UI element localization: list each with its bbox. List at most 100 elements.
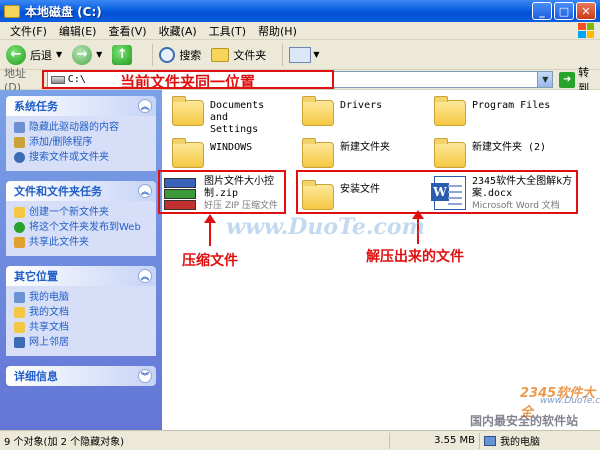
place-my-documents[interactable]: 我的文档 <box>14 305 150 320</box>
file-name: 新建文件夹 (2) <box>472 142 547 153</box>
search-label: 搜索 <box>179 48 202 62</box>
status-bar: 9 个对象(加 2 个隐藏对象) 3.55 MB 我的电脑 <box>0 430 600 450</box>
collapse-icon[interactable]: ︽ <box>138 184 152 198</box>
chevron-down-icon: ▼ <box>56 50 63 59</box>
details-panel: 详细信息 ︾ <box>6 366 156 386</box>
file-list: Documents and Settings Drivers Program F… <box>158 90 600 430</box>
window-title: 本地磁盘 (C:) <box>25 4 102 19</box>
place-network[interactable]: 网上邻居 <box>14 335 150 350</box>
watermark-url: www.DuoTe.com <box>540 396 600 406</box>
folder-icon <box>172 96 204 126</box>
task-pane: 系统任务 ︽ 隐藏此驱动器的内容 添加/删除程序 搜索文件或文件夹 文件和文件夹… <box>0 90 162 430</box>
folder-icon <box>302 96 334 126</box>
compressed-highlight-box <box>158 170 286 214</box>
chevron-down-icon: ▼ <box>96 50 103 59</box>
file-item[interactable]: Drivers <box>302 96 383 126</box>
views-icon <box>289 46 312 63</box>
back-button[interactable]: ← 后退 ▼ <box>6 44 63 65</box>
task-label: 隐藏此驱动器的内容 <box>29 122 119 133</box>
back-label: 后退 <box>30 48 52 62</box>
extracted-annotation: 解压出来的文件 <box>366 249 464 265</box>
status-objects: 9 个对象(加 2 个隐藏对象) <box>0 432 390 449</box>
task-label: 搜索文件或文件夹 <box>29 152 109 163</box>
maximize-button[interactable]: □ <box>554 2 574 20</box>
programs-icon <box>14 137 25 148</box>
task-label: 添加/删除程序 <box>29 137 93 148</box>
place-label: 我的文档 <box>29 307 69 318</box>
file-tasks-header[interactable]: 文件和文件夹任务 ︽ <box>6 181 156 201</box>
folders-button[interactable]: 文件夹 <box>211 47 266 63</box>
task-label: 将这个文件夹发布到Web <box>29 222 141 233</box>
address-dropdown-button[interactable]: ▼ <box>537 72 553 87</box>
place-my-computer[interactable]: 我的电脑 <box>14 290 150 305</box>
file-item[interactable]: 新建文件夹 (2) <box>434 138 547 168</box>
task-publish-web[interactable]: 将这个文件夹发布到Web <box>14 220 150 235</box>
folder-icon <box>434 138 466 168</box>
menu-view[interactable]: 查看(V) <box>102 23 152 39</box>
status-location-label: 我的电脑 <box>500 437 540 448</box>
details-header[interactable]: 详细信息 ︾ <box>6 366 156 386</box>
menu-help[interactable]: 帮助(H) <box>252 23 303 39</box>
share-icon <box>14 237 25 248</box>
menu-tools[interactable]: 工具(T) <box>203 23 252 39</box>
search-button[interactable]: 搜索 <box>159 46 202 63</box>
other-places-panel: 其它位置 ︽ 我的电脑 我的文档 共享文档 网上邻居 <box>6 266 156 356</box>
views-button[interactable]: ▼ <box>289 46 320 63</box>
toolbar: ← 后退 ▼ → ▼ ↑ 搜索 文件夹 ▼ <box>0 40 600 70</box>
task-add-remove-programs[interactable]: 添加/删除程序 <box>14 135 150 150</box>
task-hide-drive-contents[interactable]: 隐藏此驱动器的内容 <box>14 120 150 135</box>
place-label: 共享文档 <box>29 322 69 333</box>
file-name: Documents and Settings <box>210 100 265 135</box>
up-folder-icon: ↑ <box>112 44 133 65</box>
collapse-icon[interactable]: ︽ <box>138 99 152 113</box>
documents-icon <box>14 307 25 318</box>
other-places-header[interactable]: 其它位置 ︽ <box>6 266 156 286</box>
status-size: 3.55 MB <box>390 432 480 449</box>
file-name: WINDOWS <box>210 142 253 153</box>
hide-contents-icon <box>14 122 25 133</box>
other-places-body: 我的电脑 我的文档 共享文档 网上邻居 <box>6 286 156 356</box>
extracted-highlight-box <box>296 170 578 214</box>
folder-icon <box>302 138 334 168</box>
folder-icon <box>172 138 204 168</box>
menu-edit[interactable]: 编辑(E) <box>53 23 103 39</box>
search-icon <box>14 152 25 163</box>
computer-icon <box>14 292 25 303</box>
globe-icon <box>14 222 25 233</box>
task-label: 创建一个新文件夹 <box>29 207 109 218</box>
compressed-annotation: 压缩文件 <box>182 253 238 269</box>
shared-documents-icon <box>14 322 25 333</box>
menu-favorites[interactable]: 收藏(A) <box>153 23 203 39</box>
close-button[interactable]: ✕ <box>576 2 596 20</box>
file-item[interactable]: WINDOWS <box>172 138 253 168</box>
folders-icon <box>211 47 230 62</box>
file-tasks-panel: 文件和文件夹任务 ︽ 创建一个新文件夹 将这个文件夹发布到Web 共享此文件夹 <box>6 181 156 256</box>
file-name: Drivers <box>340 100 383 111</box>
status-location: 我的电脑 <box>480 433 544 449</box>
task-search-files[interactable]: 搜索文件或文件夹 <box>14 150 150 165</box>
search-icon <box>159 46 176 63</box>
windows-logo-icon <box>578 23 594 38</box>
file-name: 新建文件夹 <box>340 142 390 153</box>
watermark-text: www.DuoTe.com <box>226 214 425 240</box>
system-tasks-header[interactable]: 系统任务 ︽ <box>6 96 156 116</box>
collapse-icon[interactable]: ︽ <box>138 269 152 283</box>
task-share-folder[interactable]: 共享此文件夹 <box>14 235 150 250</box>
place-label: 网上邻居 <box>29 337 69 348</box>
details-title: 详细信息 <box>14 370 58 383</box>
up-button[interactable]: ↑ <box>112 44 136 65</box>
system-tasks-body: 隐藏此驱动器的内容 添加/删除程序 搜索文件或文件夹 <box>6 116 156 171</box>
chevron-down-icon: ▼ <box>313 50 320 59</box>
expand-icon[interactable]: ︾ <box>138 369 152 383</box>
file-item[interactable]: 新建文件夹 <box>302 138 390 168</box>
file-item[interactable]: Documents and Settings <box>172 96 282 136</box>
minimize-button[interactable]: _ <box>532 2 552 20</box>
task-new-folder[interactable]: 创建一个新文件夹 <box>14 205 150 220</box>
watermark-tagline: 国内最安全的软件站 <box>470 414 579 428</box>
menu-file[interactable]: 文件(F) <box>4 23 53 39</box>
file-item[interactable]: Program Files <box>434 96 550 126</box>
forward-button[interactable]: → ▼ <box>72 44 103 65</box>
file-tasks-body: 创建一个新文件夹 将这个文件夹发布到Web 共享此文件夹 <box>6 201 156 256</box>
place-shared-documents[interactable]: 共享文档 <box>14 320 150 335</box>
network-icon <box>14 337 25 348</box>
